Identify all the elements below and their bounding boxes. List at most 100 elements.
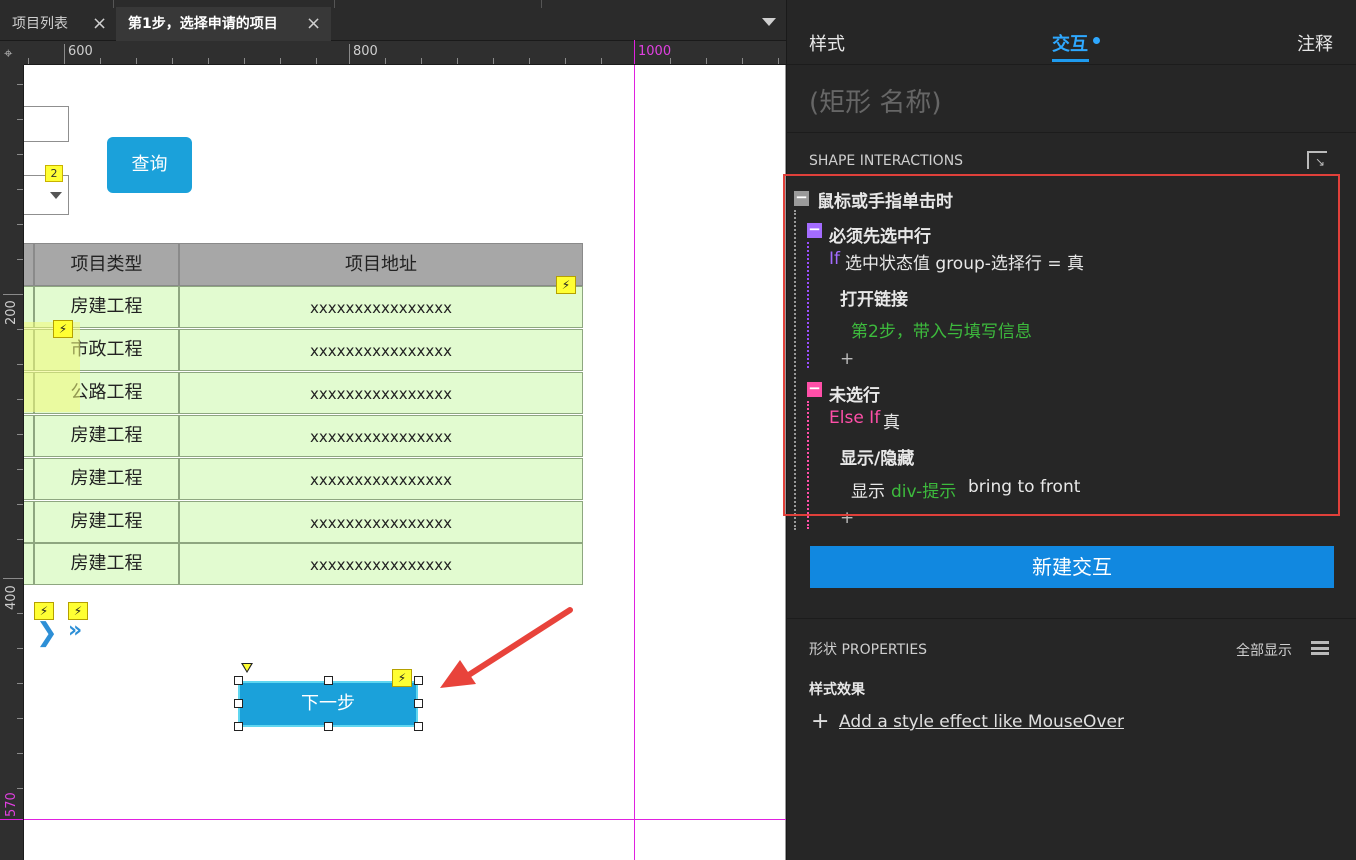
divider — [787, 64, 1356, 65]
ruler-tick — [17, 683, 23, 684]
plus-icon[interactable]: + — [811, 709, 829, 734]
resize-handle[interactable] — [414, 699, 423, 708]
resize-handle[interactable] — [414, 722, 423, 731]
tab-dropdown-icon[interactable] — [762, 18, 776, 26]
resize-handle[interactable] — [324, 676, 333, 685]
ruler-tick — [17, 539, 23, 540]
pager-next-icon[interactable]: ❯ — [36, 618, 58, 648]
resize-handle[interactable] — [324, 722, 333, 731]
interaction-lightning-icon[interactable]: ⚡ — [556, 276, 576, 294]
vertical-guide[interactable] — [634, 65, 635, 860]
ruler-label-guide: 570 — [4, 792, 19, 817]
ruler-tick — [17, 469, 23, 470]
show-all-link[interactable]: 全部显示 — [1236, 640, 1292, 660]
shape-name-field[interactable]: (矩形 名称) — [809, 82, 942, 119]
tab-separator — [334, 0, 335, 8]
horizontal-guide[interactable] — [24, 819, 786, 820]
table-row-stub[interactable] — [24, 543, 34, 586]
ruler-tick — [136, 58, 137, 64]
ruler-tick — [17, 399, 23, 400]
modified-dot — [1093, 37, 1100, 44]
query-button[interactable]: 查询 — [107, 137, 192, 193]
ruler-tick — [17, 84, 23, 85]
ruler-tick — [529, 58, 530, 64]
ruler-tick — [349, 44, 350, 64]
table-cell-type[interactable]: 房建工程 — [34, 500, 179, 543]
add-style-effect-link[interactable]: Add a style effect like MouseOver — [839, 712, 1124, 732]
next-step-button[interactable]: 下一步 — [238, 681, 418, 727]
style-effects-label: 样式效果 — [809, 682, 865, 698]
guide-marker — [634, 40, 635, 64]
table-cell-address[interactable]: xxxxxxxxxxxxxxxx — [179, 414, 583, 457]
ruler-tick — [64, 44, 65, 64]
ruler-label: 400 — [4, 585, 19, 610]
table-cell-address[interactable]: xxxxxxxxxxxxxxxx — [179, 457, 583, 500]
cursor-pick-icon[interactable]: ↘ — [1307, 151, 1327, 169]
ruler-corner[interactable]: ⌖ — [0, 41, 24, 65]
section-title: 形状 PROPERTIES — [809, 642, 928, 658]
ruler-tick — [208, 58, 209, 64]
ruler-tick — [17, 788, 23, 789]
resize-handle[interactable] — [414, 676, 423, 685]
ruler-tick — [706, 58, 707, 64]
tab-style[interactable]: 样式 — [809, 30, 845, 56]
table-row-stub[interactable] — [24, 500, 34, 543]
guide-marker — [0, 819, 23, 820]
ruler-tick — [28, 58, 29, 64]
table-cell-type[interactable]: 房建工程 — [34, 457, 179, 500]
table-cell-address[interactable]: xxxxxxxxxxxxxxxx — [179, 286, 583, 328]
divider — [787, 618, 1356, 619]
footnote-badge: 2 — [45, 165, 63, 182]
interaction-lightning-icon[interactable]: ⚡ — [53, 320, 73, 338]
tab-project-list[interactable]: 项目列表 × — [0, 7, 116, 41]
tab-step1[interactable]: 第1步，选择申请的项目 × — [116, 7, 331, 41]
annotation-arrow — [440, 607, 573, 688]
table-cell-address[interactable]: xxxxxxxxxxxxxxxx — [179, 328, 583, 371]
ruler-label: 200 — [4, 300, 19, 325]
vertical-ruler[interactable]: 200 400 570 — [0, 65, 24, 860]
close-icon[interactable]: × — [92, 7, 107, 41]
ruler-tick — [17, 504, 23, 505]
table-row-stub[interactable] — [24, 414, 34, 457]
tab-separator — [541, 0, 542, 8]
ruler-tick — [17, 718, 23, 719]
table-cell-type[interactable]: 房建工程 — [34, 414, 179, 457]
annotation-highlight-box — [783, 174, 1340, 516]
interaction-lightning-icon[interactable]: ⚡ — [392, 669, 412, 687]
resize-handle[interactable] — [234, 699, 243, 708]
project-table[interactable]: 项目类型 项目地址 房建工程 xxxxxxxxxxxxxxxx 市政工程 xxxxxx… — [24, 243, 583, 586]
new-interaction-button[interactable]: 新建交互 — [810, 546, 1334, 588]
ruler-tick — [172, 58, 173, 64]
tab-interactions[interactable]: 交互 — [1052, 30, 1088, 56]
table-cell-address[interactable]: xxxxxxxxxxxxxxxx — [179, 543, 583, 586]
design-canvas[interactable]: 2 查询 项目类型 项目地址 房建工程 xxxxxxxxxxxxxxxx 市政工程 x… — [24, 65, 786, 860]
table-cell-address[interactable]: xxxxxxxxxxxxxxxx — [179, 500, 583, 543]
ruler-label: 600 — [68, 44, 93, 59]
ruler-tick — [17, 119, 23, 120]
ruler-tick — [3, 578, 23, 579]
ruler-tick — [601, 58, 602, 64]
resize-handle[interactable] — [234, 722, 243, 731]
crosshair-icon: ⌖ — [4, 44, 13, 62]
tab-notes[interactable]: 注释 — [1297, 30, 1333, 56]
table-header-address: 项目地址 — [179, 243, 583, 286]
resize-handle[interactable] — [234, 676, 243, 685]
active-tab-underline — [1052, 59, 1089, 62]
divider — [787, 132, 1356, 133]
ruler-tick — [17, 224, 23, 225]
ruler-tick — [17, 434, 23, 435]
ruler-tick — [17, 154, 23, 155]
close-icon[interactable]: × — [306, 7, 321, 41]
pager-last-icon[interactable]: » — [68, 618, 82, 643]
table-row-stub[interactable] — [24, 457, 34, 500]
ruler-tick — [17, 753, 23, 754]
ruler-tick — [17, 189, 23, 190]
search-input-widget[interactable] — [24, 106, 69, 142]
ruler-tick — [17, 648, 23, 649]
horizontal-ruler[interactable]: 600 800 1000 — [24, 40, 786, 65]
hamburger-menu-icon[interactable] — [1311, 641, 1329, 655]
tab-label: 项目列表 — [12, 16, 68, 32]
table-cell-address[interactable]: xxxxxxxxxxxxxxxx — [179, 371, 583, 414]
table-cell-type[interactable]: 房建工程 — [34, 543, 179, 586]
ruler-tick — [280, 58, 281, 64]
